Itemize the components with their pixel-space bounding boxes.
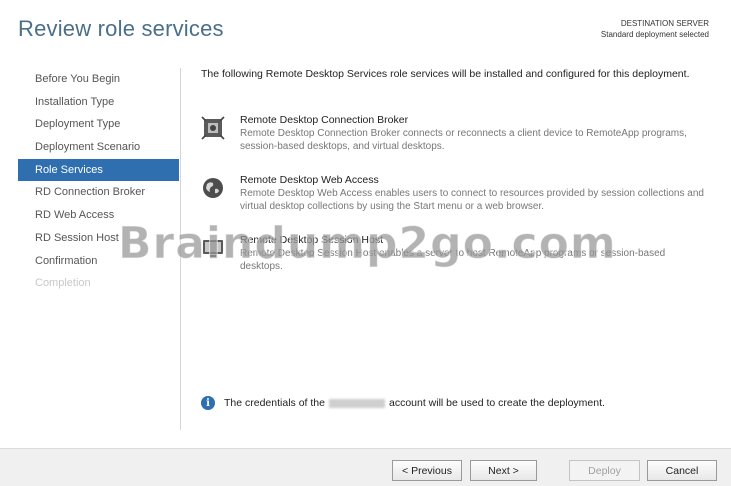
- credentials-info: i The credentials of the account will be…: [201, 396, 605, 410]
- info-text-suffix: account will be used to create the deplo…: [388, 397, 605, 409]
- nav-item-deployment-scenario[interactable]: Deployment Scenario: [18, 136, 179, 159]
- destination-server-label: DESTINATION SERVER: [620, 19, 709, 28]
- service-name: Remote Desktop Web Access: [240, 174, 379, 186]
- deploy-button[interactable]: Deploy: [569, 460, 640, 481]
- nav-item-role-services[interactable]: Role Services: [18, 158, 179, 182]
- info-icon: i: [201, 396, 215, 410]
- watermark-text: Braindump2go.com: [118, 218, 617, 270]
- previous-button[interactable]: < Previous: [392, 460, 462, 481]
- destination-server-info: DESTINATION SERVER Standard deployment s…: [601, 18, 709, 40]
- nav-item-before-you-begin[interactable]: Before You Begin: [18, 68, 179, 91]
- web-access-globe-icon: [201, 176, 225, 200]
- service-description: Remote Desktop Web Access enables users …: [240, 188, 704, 212]
- intro-text-container: The following Remote Desktop Services ro…: [201, 68, 711, 81]
- destination-server-value: Standard deployment selected: [600, 30, 709, 39]
- nav-item-completion: Completion: [35, 277, 91, 290]
- connection-broker-icon: [201, 116, 225, 140]
- cancel-button[interactable]: Cancel: [647, 460, 717, 481]
- redacted-account-name: [328, 398, 385, 408]
- page-title: Review role services: [18, 16, 224, 41]
- nav-item-deployment-type[interactable]: Deployment Type: [18, 113, 179, 136]
- service-name: Remote Desktop Connection Broker: [240, 114, 409, 126]
- intro-text: The following Remote Desktop Services ro…: [201, 68, 690, 80]
- service-description: Remote Desktop Connection Broker connect…: [240, 128, 687, 152]
- info-text-prefix: The credentials of the: [224, 397, 325, 409]
- nav-item-rd-connection-broker[interactable]: RD Connection Broker: [18, 181, 179, 204]
- next-button[interactable]: Next >: [470, 460, 537, 481]
- wizard-footer: < Previous Next > Deploy Cancel: [0, 448, 731, 486]
- nav-item-installation-type[interactable]: Installation Type: [18, 91, 179, 114]
